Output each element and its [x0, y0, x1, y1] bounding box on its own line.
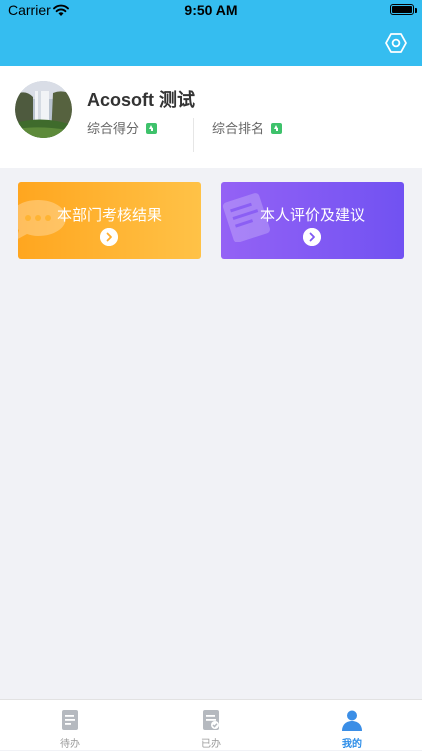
battery-tip [415, 8, 417, 13]
person-icon [342, 710, 362, 731]
status-bar: Carrier 9:50 AM [0, 0, 422, 22]
todo-document-icon [62, 710, 78, 730]
self-evaluation-card[interactable]: 本人评价及建议 [221, 182, 404, 259]
chevron-right-icon [100, 228, 118, 246]
divider [193, 118, 194, 152]
rank-label: 综合排名 [212, 122, 265, 137]
header-bar: Carrier 9:50 AM [0, 0, 422, 66]
arrow-up-icon [271, 123, 282, 134]
profile-card: Acosoft 测试 综合得分 综合排名 [0, 66, 422, 168]
card-title: 本人评价及建议 [259, 206, 365, 224]
chevron-right-icon [303, 228, 321, 246]
tab-label: 已办 [201, 739, 221, 750]
settings-icon[interactable] [385, 32, 407, 54]
tab-bar: 待办 已办 我的 [0, 699, 422, 750]
score-label: 综合得分 [87, 122, 140, 137]
tab-label: 待办 [60, 739, 80, 750]
arrow-up-icon [146, 123, 157, 134]
user-name: Acosoft 测试 [87, 90, 195, 110]
tab-todo[interactable]: 待办 [0, 700, 140, 751]
tab-mine[interactable]: 我的 [282, 700, 422, 751]
battery-icon [390, 4, 414, 15]
done-document-icon [203, 710, 219, 730]
department-result-card[interactable]: 本部门考核结果 [18, 182, 201, 259]
tab-label: 我的 [342, 739, 362, 750]
avatar[interactable] [15, 81, 72, 138]
tab-done[interactable]: 已办 [141, 700, 281, 751]
card-title: 本部门考核结果 [56, 206, 162, 224]
status-time: 9:50 AM [184, 2, 238, 18]
